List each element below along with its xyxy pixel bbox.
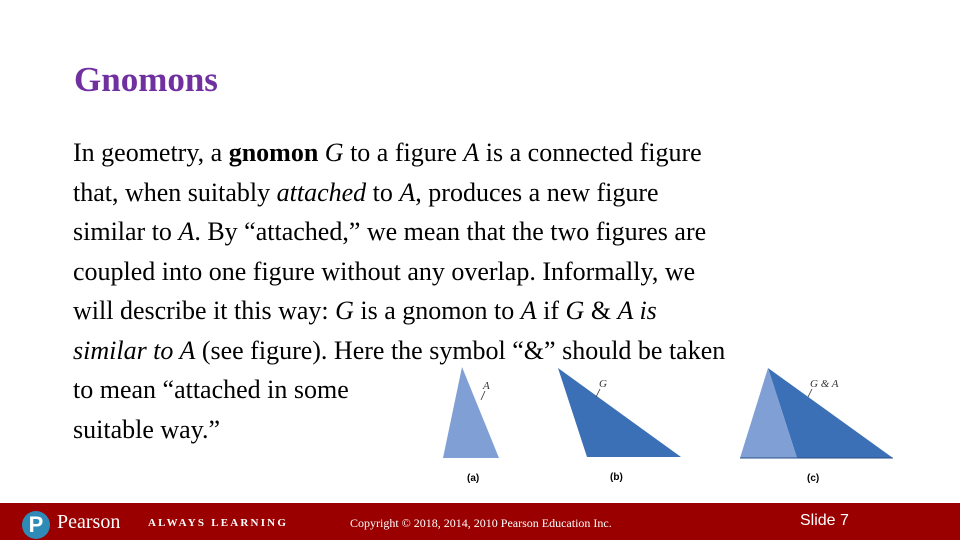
italic-text: A <box>399 177 416 207</box>
body-line: In geometry, a gnomon G to a figure A is… <box>73 133 893 173</box>
italic-text: A <box>520 296 537 325</box>
pearson-logo-icon: P <box>22 511 50 539</box>
slide-body-text: In geometry, a gnomon G to a figure A is… <box>73 133 893 449</box>
text-run: is a connected figure <box>479 138 702 167</box>
slide-number: Slide 7 <box>800 512 849 529</box>
text-run: that, when suitably <box>73 177 277 207</box>
caption-a: (a) <box>467 473 479 484</box>
text-run: to a figure <box>343 138 464 167</box>
text-run: will describe it this way: <box>73 296 336 325</box>
text-run: (see figure). Here the symbol “&” should… <box>195 335 726 365</box>
copyright-text: Copyright © 2018, 2014, 2010 Pearson Edu… <box>350 516 612 530</box>
body-line: similar to A. By “attached,” we mean tha… <box>73 212 893 252</box>
italic-text: G <box>324 138 344 167</box>
body-line: suitable way.” <box>73 410 893 450</box>
italic-text: A is <box>617 296 657 325</box>
text-run: is a gnomon to <box>353 296 521 325</box>
text-run: similar to <box>73 217 179 246</box>
text-run: coupled into one figure without any over… <box>73 256 696 286</box>
italic-text: attached <box>276 177 367 207</box>
tagline: ALWAYS LEARNING <box>148 517 289 529</box>
text-run: if <box>536 296 566 325</box>
slide-title: Gnomons <box>74 60 218 99</box>
italic-text: A <box>463 138 480 167</box>
caption-b: (b) <box>610 472 623 483</box>
text-run: In geometry, a <box>73 138 229 167</box>
text-run: to mean “attached in some <box>73 375 349 404</box>
text-run: . By “attached,” we mean that the two fi… <box>194 217 707 246</box>
italic-text: G <box>565 296 585 325</box>
text-run: , produces a new figure <box>415 177 659 207</box>
body-line: coupled into one figure without any over… <box>73 252 893 292</box>
text-run: & <box>584 296 618 325</box>
brand-name: Pearson <box>57 511 121 533</box>
body-line: that, when suitably attached to A, produ… <box>73 173 893 213</box>
text-run: suitable way.” <box>73 414 221 444</box>
body-line: similar to A (see figure). Here the symb… <box>73 331 893 371</box>
body-line: to mean “attached in some <box>73 370 893 410</box>
italic-text: G <box>335 296 354 325</box>
text-run: to <box>366 177 400 207</box>
bold-text: gnomon <box>228 138 319 167</box>
caption-c: (c) <box>807 473 819 484</box>
italic-text: A <box>178 217 195 246</box>
italic-text: similar to A <box>73 335 196 365</box>
body-line: will describe it this way: G is a gnomon… <box>73 291 893 331</box>
footer-bar: P Pearson ALWAYS LEARNING Copyright © 20… <box>0 503 960 540</box>
